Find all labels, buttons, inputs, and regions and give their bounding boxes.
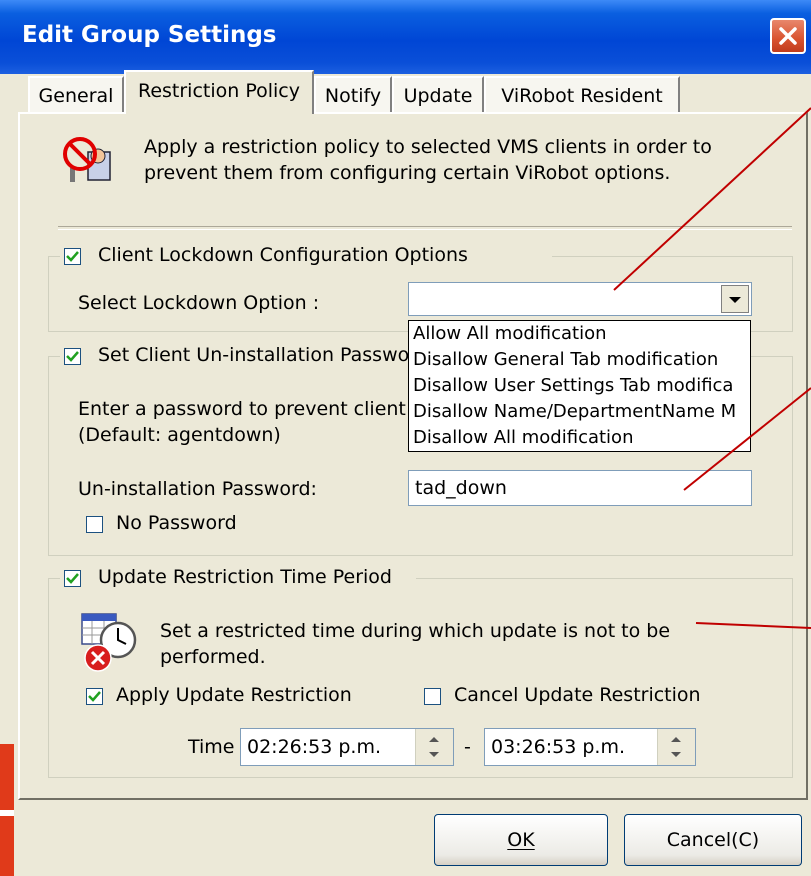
time-end-value: 03:26:53 p.m. xyxy=(491,736,626,758)
intro-line-1: Apply a restriction policy to selected V… xyxy=(144,136,712,158)
cancel-restriction-checkbox[interactable] xyxy=(424,688,441,705)
dropdown-option[interactable]: Disallow User Settings Tab modifica xyxy=(409,373,750,399)
dropdown-option[interactable]: Disallow General Tab modification xyxy=(409,347,750,373)
divider xyxy=(58,226,792,230)
check-icon xyxy=(66,251,79,262)
dropdown-option[interactable]: Disallow All modification xyxy=(409,425,750,451)
lockdown-title: Client Lockdown Configuration Options xyxy=(98,244,468,266)
title-bar[interactable]: Edit Group Settings xyxy=(0,0,811,74)
lockdown-dropdown-list[interactable]: Allow All modification Disallow General … xyxy=(408,320,751,452)
tab-restriction-policy[interactable]: Restriction Policy xyxy=(124,70,314,114)
apply-restriction-label: Apply Update Restriction xyxy=(116,684,352,706)
time-start-input[interactable]: 02:26:53 p.m. xyxy=(240,728,454,766)
update-desc-1: Set a restricted time during which updat… xyxy=(160,620,671,642)
check-icon xyxy=(66,573,79,584)
restriction-policy-icon xyxy=(63,137,111,182)
clock-calendar-icon xyxy=(81,613,137,672)
password-input[interactable]: tad_down xyxy=(408,470,752,506)
close-button[interactable] xyxy=(770,18,806,54)
tab-update[interactable]: Update xyxy=(392,76,484,112)
lockdown-select[interactable] xyxy=(408,282,752,316)
background-strip-gap xyxy=(0,810,14,816)
tab-label: Restriction Policy xyxy=(137,80,300,102)
tab-virobot-resident[interactable]: ViRobot Resident xyxy=(484,76,680,112)
uninstall-desc-1: Enter a password to prevent client xyxy=(78,398,406,420)
dialog-window: Edit Group Settings General Restriction … xyxy=(0,0,811,876)
update-restriction-legend: Update Restriction Time Period xyxy=(60,566,416,592)
dropdown-button[interactable] xyxy=(721,285,749,313)
lockdown-checkbox[interactable] xyxy=(64,248,81,265)
dropdown-option[interactable]: Allow All modification xyxy=(409,321,750,347)
uninstall-legend: Set Client Un-installation Passwo xyxy=(60,344,412,370)
update-desc-2: performed. xyxy=(160,646,266,668)
cancel-button[interactable]: Cancel(C) xyxy=(624,814,802,866)
select-lockdown-label: Select Lockdown Option : xyxy=(78,292,320,314)
check-icon xyxy=(66,351,79,362)
window-title: Edit Group Settings xyxy=(22,22,277,48)
check-icon xyxy=(88,691,101,702)
uninstall-checkbox[interactable] xyxy=(64,348,81,365)
tab-label: General xyxy=(38,85,114,107)
intro-line-2: prevent them from configuring certain Vi… xyxy=(144,162,671,184)
apply-restriction-checkbox[interactable] xyxy=(86,688,103,705)
dropdown-option[interactable]: Disallow Name/DepartmentName M xyxy=(409,399,750,425)
ok-button-label: OK xyxy=(507,829,535,851)
time-label: Time : xyxy=(188,736,247,758)
no-password-checkbox[interactable] xyxy=(86,516,103,533)
update-restriction-title: Update Restriction Time Period xyxy=(98,566,392,588)
tab-notify[interactable]: Notify xyxy=(314,76,392,112)
time-end-spinner[interactable] xyxy=(657,729,695,765)
update-restriction-checkbox[interactable] xyxy=(64,570,81,587)
time-separator: - xyxy=(464,736,471,758)
password-value: tad_down xyxy=(415,477,507,499)
chevron-down-icon xyxy=(729,297,741,303)
uninstall-title: Set Client Un-installation Passwo xyxy=(98,344,410,366)
uninstall-desc-2: (Default: agentdown) xyxy=(78,424,281,446)
spinner-arrows-icon xyxy=(671,737,681,757)
time-end-input[interactable]: 03:26:53 p.m. xyxy=(484,728,696,766)
tab-label: Notify xyxy=(324,85,382,107)
spinner-arrows-icon xyxy=(429,737,439,757)
close-icon xyxy=(779,27,797,45)
time-start-spinner[interactable] xyxy=(415,729,453,765)
no-password-label: No Password xyxy=(116,512,237,534)
password-label: Un-installation Password: xyxy=(78,478,317,500)
lockdown-legend: Client Lockdown Configuration Options xyxy=(60,244,552,270)
cancel-button-label: Cancel(C) xyxy=(666,829,760,851)
tab-general[interactable]: General xyxy=(28,76,124,112)
tab-label: ViRobot Resident xyxy=(501,85,663,107)
time-start-value: 02:26:53 p.m. xyxy=(247,736,382,758)
tab-label: Update xyxy=(403,85,473,107)
ok-button[interactable]: OK xyxy=(434,814,608,866)
cancel-restriction-label: Cancel Update Restriction xyxy=(454,684,701,706)
